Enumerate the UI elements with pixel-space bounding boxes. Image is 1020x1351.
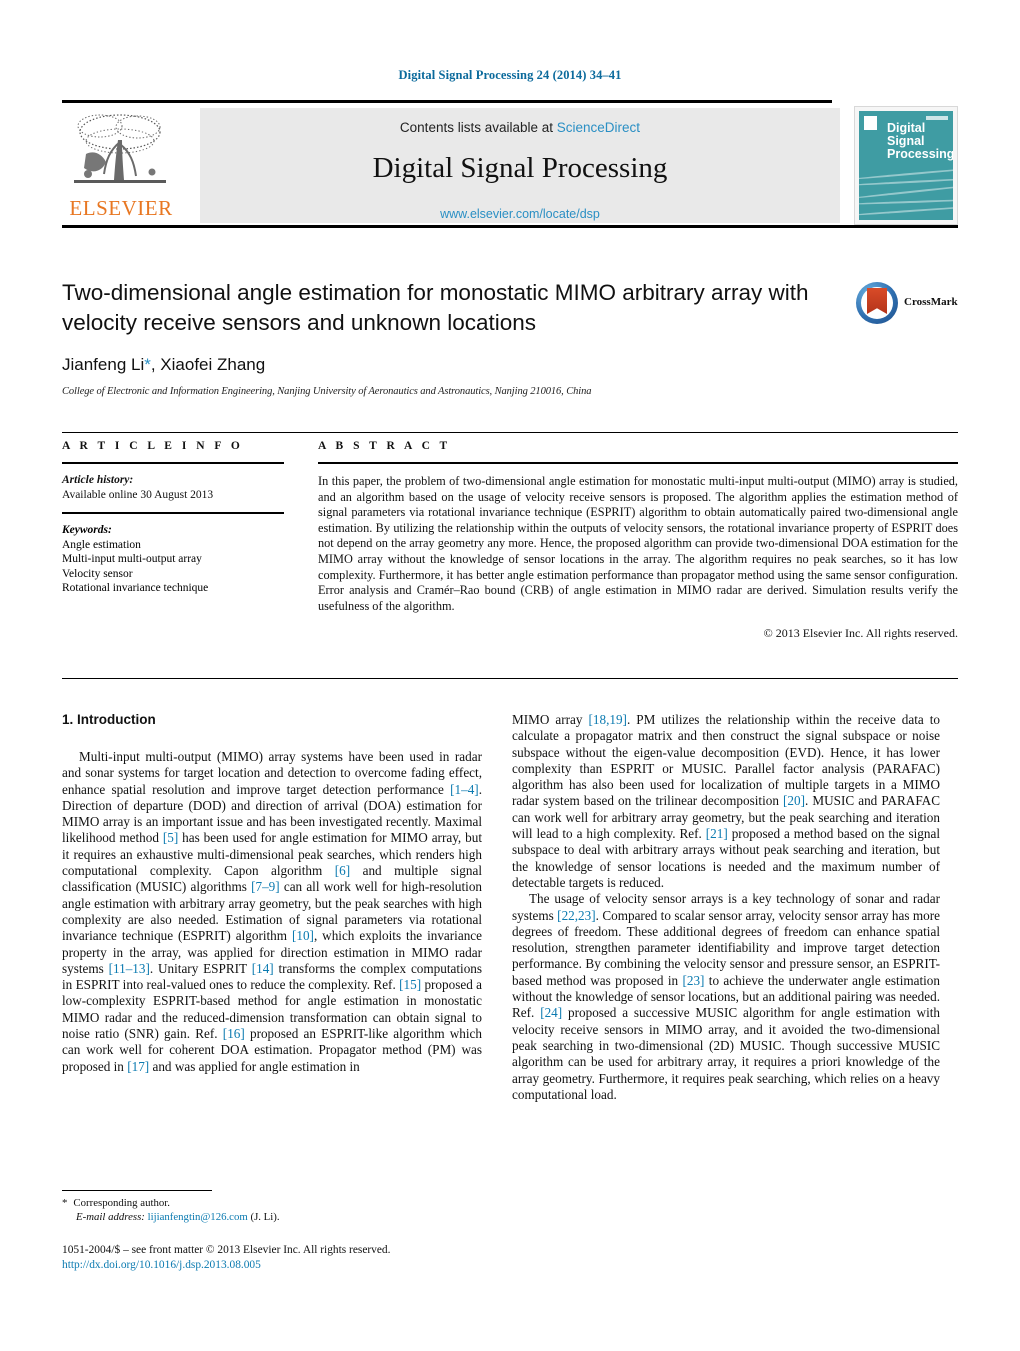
cover-masthead-text [926, 116, 948, 120]
article-history: Article history: Available online 30 Aug… [62, 473, 284, 502]
citation-ref[interactable]: [22,23] [557, 908, 595, 923]
journal-masthead: ELSEVIER Contents lists available at Sci… [62, 100, 958, 228]
citation-ref[interactable]: [14] [252, 961, 274, 976]
body-column-left: 1. Introduction Multi-input multi-output… [62, 712, 482, 1075]
body-column-right: MIMO array [18,19]. PM utilizes the rela… [512, 712, 940, 1103]
affiliation: College of Electronic and Information En… [62, 386, 592, 397]
body-paragraph: MIMO array [18,19]. PM utilizes the rela… [512, 712, 940, 890]
cover-wave-4 [859, 198, 953, 206]
footnote-rule [62, 1190, 212, 1191]
footnote-star-marker: * [62, 1197, 68, 1209]
contents-panel: Contents lists available at ScienceDirec… [200, 108, 840, 223]
cover-title: Digital Signal Processing [887, 122, 953, 161]
citation-ref[interactable]: [18,19] [588, 712, 626, 727]
citation-ref[interactable]: [17] [127, 1059, 149, 1074]
abstract-copyright: © 2013 Elsevier Inc. All rights reserved… [763, 626, 958, 641]
citation-ref[interactable]: [24] [540, 1005, 562, 1020]
cover-wave-5 [859, 205, 953, 217]
author-rest[interactable]: , Xiaofei Zhang [151, 355, 265, 374]
keywords-block: Keywords: Angle estimation Multi-input m… [62, 523, 284, 596]
citation-ref[interactable]: [10] [292, 928, 314, 943]
citation-ref[interactable]: [23] [682, 973, 704, 988]
abstract-block-bottom-rule [62, 678, 958, 679]
colophon-block: 1051-2004/$ – see front matter © 2013 El… [62, 1243, 542, 1273]
section-heading-introduction: 1. Introduction [62, 712, 156, 727]
corresponding-author-marker[interactable]: * [144, 355, 151, 374]
citation-ref[interactable]: [20] [783, 793, 805, 808]
keyword-item: Velocity sensor [62, 567, 133, 580]
email-note: E-mail address: lijianfengtin@126.com (J… [62, 1210, 482, 1224]
citation-ref[interactable]: [21] [706, 826, 728, 841]
corresponding-author-text: Corresponding author. [73, 1197, 170, 1209]
keyword-item: Rotational invariance technique [62, 582, 209, 594]
abstract-heading: A B S T R A C T [318, 440, 451, 452]
page-title: Two-dimensional angle estimation for mon… [62, 280, 809, 335]
corresponding-author-note: * Corresponding author. [62, 1196, 482, 1210]
keyword-item: Multi-input multi-output array [62, 553, 202, 565]
article-info-divider-2 [62, 512, 284, 514]
article-info-heading: A R T I C L E I N F O [62, 440, 244, 452]
crossmark-label: CrossMark [904, 296, 958, 308]
cover-wave-3 [859, 184, 953, 200]
crossmark-badge[interactable]: CrossMark [856, 282, 958, 328]
colophon-front-matter: 1051-2004/$ – see front matter © 2013 El… [62, 1244, 391, 1256]
journal-cover-thumbnail[interactable]: Digital Signal Processing [854, 106, 958, 225]
citation-ref[interactable]: [7–9] [251, 879, 280, 894]
masthead-bottom-rule [62, 225, 958, 228]
keyword-item: Angle estimation [62, 538, 141, 551]
citation-ref[interactable]: [15] [399, 977, 421, 992]
citation-ref[interactable]: [5] [163, 830, 178, 845]
citation-ref[interactable]: [11–13] [109, 961, 150, 976]
cover-elsevier-icon [864, 116, 877, 130]
contents-prefix: Contents lists available at [399, 120, 554, 135]
journal-cover-art: Digital Signal Processing [859, 111, 953, 220]
email-owner: (J. Li). [250, 1211, 280, 1223]
footnote-block: * Corresponding author. E-mail address: l… [62, 1196, 482, 1224]
cover-wave-1 [859, 167, 953, 181]
keywords-label: Keywords: [62, 524, 112, 536]
abstract-text: In this paper, the problem of two-dimens… [318, 474, 958, 613]
abstract-column: A B S T R A C T In this paper, the probl… [318, 440, 958, 641]
cover-wave-2 [859, 177, 953, 187]
paper-page: Digital Signal Processing 24 (2014) 34–4… [0, 0, 1020, 1351]
running-head: Digital Signal Processing 24 (2014) 34–4… [398, 68, 622, 82]
contents-available-line: Contents lists available at ScienceDirec… [200, 120, 840, 135]
article-info-divider-1 [62, 462, 284, 464]
doi-link[interactable]: http://dx.doi.org/10.1016/j.dsp.2013.08.… [62, 1258, 542, 1273]
author-list: Jianfeng Li*, Xiaofei Zhang [62, 355, 852, 375]
citation-ref[interactable]: [16] [223, 1026, 245, 1041]
journal-title: Digital Signal Processing [372, 152, 668, 184]
masthead-top-rule [62, 100, 832, 103]
citation-ref[interactable]: [1–4] [450, 782, 479, 797]
title-block: Two-dimensional angle estimation for mon… [62, 278, 852, 397]
citation-ref[interactable]: [6] [335, 863, 350, 878]
email-link[interactable]: lijianfengtin@126.com [148, 1211, 248, 1223]
abstract-divider [318, 462, 958, 464]
author-first[interactable]: Jianfeng Li [62, 355, 144, 374]
elsevier-tree-icon [74, 114, 166, 183]
body-paragraph: Multi-input multi-output (MIMO) array sy… [62, 749, 483, 1074]
article-history-value: Available online 30 August 2013 [62, 488, 214, 501]
cover-title-line-3: Processing [887, 147, 953, 161]
email-label: E-mail address: [76, 1211, 145, 1223]
sciencedirect-link[interactable]: ScienceDirect [557, 120, 640, 135]
crossmark-icon [856, 282, 898, 324]
body-paragraph: The usage of velocity sensor arrays is a… [512, 891, 941, 1102]
abstract-block-top-rule [62, 432, 958, 433]
article-history-label: Article history: [62, 474, 134, 486]
journal-url-link[interactable]: www.elsevier.com/locate/dsp [200, 207, 840, 221]
article-info-column: A R T I C L E I N F O Article history: A… [62, 440, 284, 596]
elsevier-logo: ELSEVIER [62, 108, 180, 223]
elsevier-wordmark: ELSEVIER [69, 196, 173, 220]
